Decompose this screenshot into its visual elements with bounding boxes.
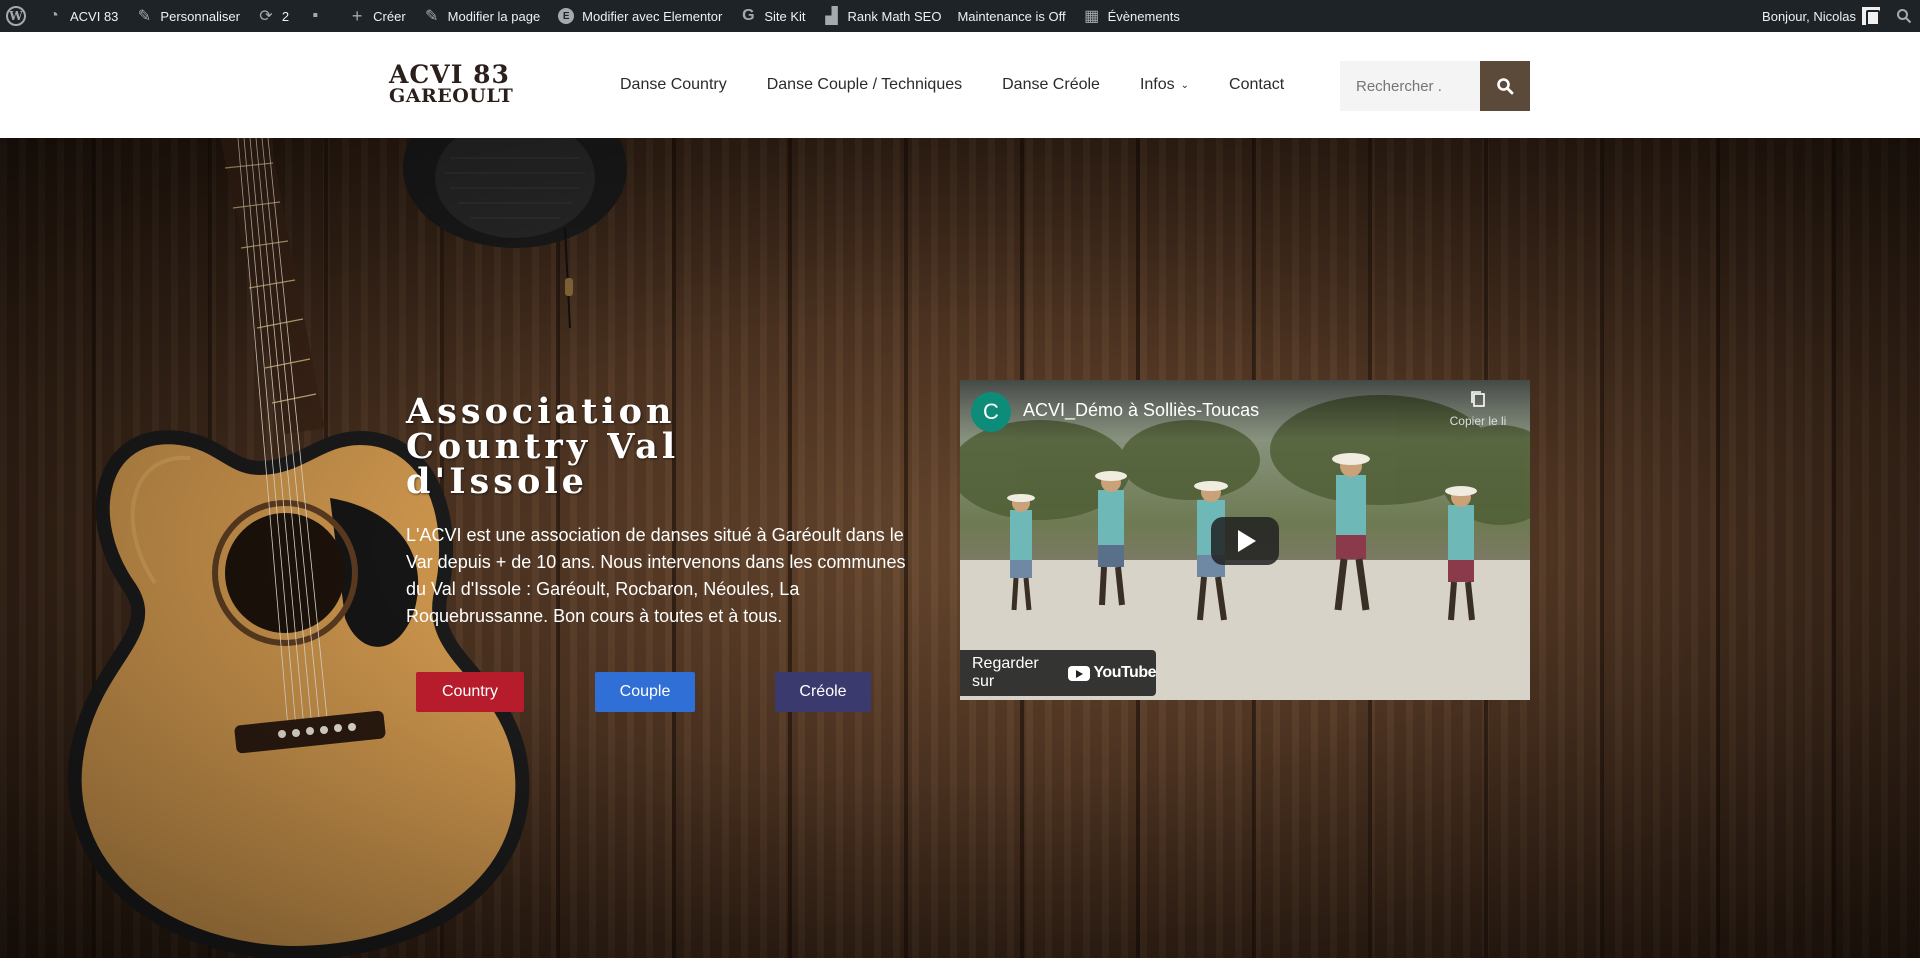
site-header: ACVI 83 GAREOULT Danse Country Danse Cou… bbox=[0, 32, 1920, 138]
logo-line-1: ACVI 83 bbox=[389, 60, 510, 89]
video-title[interactable]: ACVI_Démo à Solliès-Toucas bbox=[1023, 400, 1259, 421]
account-link[interactable]: Bonjour, Nicolas bbox=[1754, 0, 1888, 32]
site-logo[interactable]: ACVI 83 GAREOULT bbox=[389, 62, 513, 106]
events-link[interactable]: ▦ Évènements bbox=[1074, 0, 1188, 32]
comment-icon: ▪ bbox=[312, 7, 318, 24]
avatar bbox=[1862, 7, 1880, 26]
header-search-form bbox=[1340, 61, 1530, 111]
customize-link[interactable]: ✎ Personnaliser bbox=[126, 0, 248, 32]
search-icon bbox=[1897, 9, 1912, 24]
pencil-icon: ✎ bbox=[424, 8, 439, 25]
admin-bar-left: W ◔ ACVI 83 ✎ Personnaliser ⟳ 2 ▪ + Crée… bbox=[0, 0, 1188, 32]
copy-link-label: Copier le li bbox=[1449, 414, 1507, 428]
updates-icon: ⟳ bbox=[259, 8, 273, 25]
updates-link[interactable]: ⟳ 2 bbox=[248, 0, 297, 32]
site-kit-link[interactable]: G Site Kit bbox=[730, 0, 813, 32]
copy-icon bbox=[1471, 391, 1485, 407]
logo-line-2: GAREOULT bbox=[389, 85, 514, 107]
new-content-link[interactable]: + Créer bbox=[339, 0, 414, 32]
search-input[interactable] bbox=[1340, 61, 1480, 111]
nav-item-contact[interactable]: Contact bbox=[1229, 76, 1284, 94]
edit-elementor-link[interactable]: E Modifier avec Elementor bbox=[548, 0, 730, 32]
hero-description: L'ACVI est une association de danses sit… bbox=[406, 525, 906, 626]
google-g-icon: G bbox=[742, 7, 755, 24]
edit-page-label: Modifier la page bbox=[447, 8, 541, 24]
maintenance-link[interactable]: Maintenance is Off bbox=[949, 0, 1073, 32]
nav-label: Danse Couple / Techniques bbox=[766, 76, 963, 93]
nav-item-infos[interactable]: Infos ⌄ bbox=[1140, 76, 1189, 94]
search-button[interactable] bbox=[1480, 61, 1530, 111]
maintenance-label: Maintenance is Off bbox=[957, 8, 1066, 24]
main-navigation: Danse Country Danse Couple / Techniques … bbox=[620, 32, 1324, 138]
channel-avatar[interactable]: C bbox=[971, 392, 1011, 432]
brush-icon: ✎ bbox=[137, 8, 152, 25]
youtube-logo: YouTube bbox=[1068, 664, 1156, 682]
nav-label: Danse Country bbox=[620, 76, 727, 93]
admin-bar-right: Bonjour, Nicolas bbox=[1754, 0, 1920, 32]
hero-section: Association Country Val d'Issole L'ACVI … bbox=[0, 138, 1920, 958]
hero-title: Association Country Val d'Issole bbox=[406, 391, 680, 502]
nav-item-danse-couple[interactable]: Danse Couple / Techniques bbox=[767, 76, 962, 94]
wordpress-icon: W bbox=[6, 6, 26, 26]
youtube-play-icon bbox=[1068, 665, 1091, 681]
nav-item-danse-country[interactable]: Danse Country bbox=[620, 76, 727, 94]
play-button[interactable] bbox=[1211, 517, 1279, 565]
nav-item-danse-creole[interactable]: Danse Créole bbox=[1002, 76, 1100, 94]
edit-elementor-label: Modifier avec Elementor bbox=[582, 8, 723, 24]
nav-label: Infos bbox=[1139, 76, 1175, 93]
greeting-label: Bonjour, Nicolas bbox=[1762, 8, 1856, 24]
rank-math-label: Rank Math SEO bbox=[847, 8, 942, 24]
site-name-label: ACVI 83 bbox=[70, 8, 119, 24]
events-label: Évènements bbox=[1107, 8, 1180, 24]
wp-admin-bar: W ◔ ACVI 83 ✎ Personnaliser ⟳ 2 ▪ + Crée… bbox=[0, 0, 1920, 32]
creole-button[interactable]: Créole bbox=[775, 672, 871, 712]
wordpress-logo-button[interactable]: W bbox=[0, 0, 36, 32]
create-label: Créer bbox=[373, 8, 406, 24]
chevron-down-icon: ⌄ bbox=[1180, 79, 1190, 91]
site-name-link[interactable]: ◔ ACVI 83 bbox=[36, 0, 126, 32]
watch-on-youtube-button[interactable]: Regarder sur YouTube bbox=[960, 650, 1156, 696]
youtube-video-embed[interactable]: C ACVI_Démo à Solliès-Toucas Copier le l… bbox=[960, 380, 1530, 700]
dashboard-icon: ◔ bbox=[49, 7, 59, 24]
edit-page-link[interactable]: ✎ Modifier la page bbox=[414, 0, 549, 32]
rank-math-icon: ▟ bbox=[825, 8, 838, 25]
calendar-icon: ▦ bbox=[1084, 8, 1100, 25]
elementor-icon: E bbox=[556, 6, 576, 26]
country-button[interactable]: Country bbox=[416, 672, 524, 712]
couple-button[interactable]: Couple bbox=[595, 672, 695, 712]
plus-icon: + bbox=[351, 5, 363, 26]
copy-link-button[interactable]: Copier le li bbox=[1428, 390, 1528, 428]
comments-link[interactable]: ▪ bbox=[297, 0, 339, 32]
customize-label: Personnaliser bbox=[160, 8, 240, 24]
search-icon bbox=[1497, 78, 1514, 95]
nav-label: Contact bbox=[1229, 76, 1285, 93]
nav-label: Danse Créole bbox=[1002, 76, 1100, 93]
site-kit-label: Site Kit bbox=[764, 8, 806, 24]
youtube-wordmark: YouTube bbox=[1093, 664, 1156, 681]
watch-on-label: Regarder sur bbox=[972, 655, 1039, 690]
rank-math-link[interactable]: ▟ Rank Math SEO bbox=[814, 0, 950, 32]
admin-search-button[interactable] bbox=[1888, 0, 1920, 32]
updates-count: 2 bbox=[281, 8, 290, 24]
